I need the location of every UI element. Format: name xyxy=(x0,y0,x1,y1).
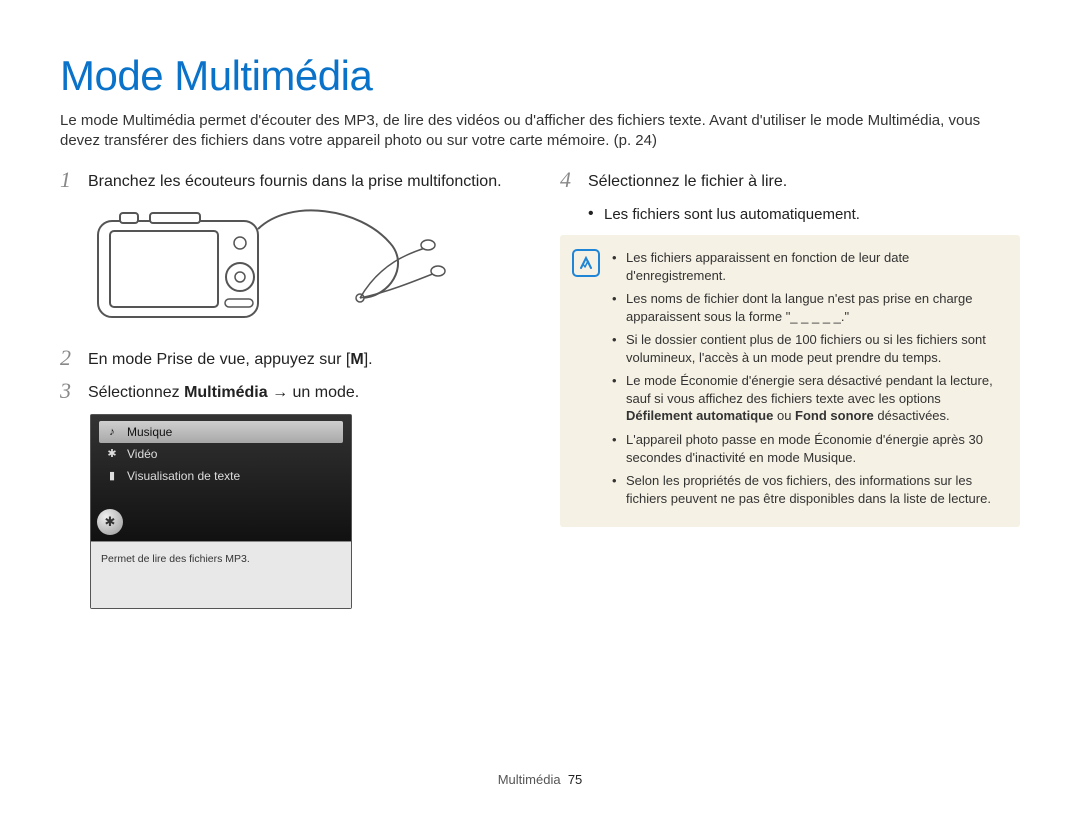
step-text: Branchez les écouteurs fournis dans la p… xyxy=(88,169,502,193)
menu-item-texte: ▮ Visualisation de texte xyxy=(99,465,343,487)
camera-menu-area: ♪ Musique ✱ Vidéo ▮ Visualisation de tex… xyxy=(91,415,351,541)
note-item: Selon les propriétés de vos fichiers, de… xyxy=(612,472,1002,507)
step-text-before: Sélectionnez xyxy=(88,384,184,401)
menu-item-video: ✱ Vidéo xyxy=(99,443,343,465)
step-text-before: En mode Prise de vue, appuyez sur [ xyxy=(88,351,350,368)
step-bold: Multimédia xyxy=(184,384,268,401)
step-text-after: ]. xyxy=(364,351,373,368)
camera-earbuds-diagram xyxy=(90,203,450,333)
step-3: 3 Sélectionnez Multimédia → un mode. xyxy=(60,380,520,404)
note-text: ou xyxy=(773,408,795,423)
step-text: Sélectionnez Multimédia → un mode. xyxy=(88,380,359,404)
page-title: Mode Multimédia xyxy=(60,48,1020,105)
mode-dial-icon: ✱ xyxy=(97,509,123,535)
note-item: Le mode Économie d'énergie sera désactiv… xyxy=(612,372,1002,425)
info-icon xyxy=(572,249,600,277)
footer-page-number: 75 xyxy=(568,772,582,787)
camera-menu-screenshot: ♪ Musique ✱ Vidéo ▮ Visualisation de tex… xyxy=(90,414,352,609)
bullet-icon xyxy=(588,203,594,225)
footer-section: Multimédia xyxy=(498,772,561,787)
camera-menu-caption: Permet de lire des fichiers MP3. xyxy=(91,541,351,608)
step-number: 2 xyxy=(60,347,78,369)
right-column: 4 Sélectionnez le fichier à lire. Les fi… xyxy=(560,169,1020,609)
menu-item-label: Musique xyxy=(127,424,172,440)
music-note-icon: ♪ xyxy=(105,425,119,439)
note-text: Le mode Économie d'énergie sera désactiv… xyxy=(626,373,993,406)
note-item: Les fichiers apparaissent en fonction de… xyxy=(612,249,1002,284)
note-text: désactivées. xyxy=(874,408,950,423)
step-text: En mode Prise de vue, appuyez sur [M]. xyxy=(88,347,373,371)
step-number: 3 xyxy=(60,380,78,402)
step-text: Sélectionnez le fichier à lire. xyxy=(588,169,787,193)
step-key: M xyxy=(350,351,363,368)
note-bold: Défilement automatique xyxy=(626,408,773,423)
note-bold: Fond sonore xyxy=(795,408,874,423)
step-2: 2 En mode Prise de vue, appuyez sur [M]. xyxy=(60,347,520,371)
page-footer: Multimédia 75 xyxy=(0,771,1080,789)
note-item: L'appareil photo passe en mode Économie … xyxy=(612,431,1002,466)
step-text-after: → un mode. xyxy=(268,384,360,401)
menu-item-musique: ♪ Musique xyxy=(99,421,343,443)
left-column: 1 Branchez les écouteurs fournis dans la… xyxy=(60,169,520,609)
menu-item-label: Vidéo xyxy=(127,446,157,462)
step-number: 1 xyxy=(60,169,78,191)
note-item: Les noms de fichier dont la langue n'est… xyxy=(612,290,1002,325)
book-icon: ▮ xyxy=(105,469,119,483)
note-item: Si le dossier contient plus de 100 fichi… xyxy=(612,331,1002,366)
menu-item-label: Visualisation de texte xyxy=(127,468,240,484)
bullet-text: Les fichiers sont lus automatiquement. xyxy=(604,203,860,225)
two-column-layout: 1 Branchez les écouteurs fournis dans la… xyxy=(60,169,1020,609)
step-1: 1 Branchez les écouteurs fournis dans la… xyxy=(60,169,520,193)
step-4-bullet: Les fichiers sont lus automatiquement. xyxy=(588,203,1020,225)
step-4: 4 Sélectionnez le fichier à lire. xyxy=(560,169,1020,193)
step-number: 4 xyxy=(560,169,578,191)
manual-page: Mode Multimédia Le mode Multimédia perme… xyxy=(0,0,1080,815)
info-note-box: Les fichiers apparaissent en fonction de… xyxy=(560,235,1020,527)
page-intro: Le mode Multimédia permet d'écouter des … xyxy=(60,111,1020,152)
note-list: Les fichiers apparaissent en fonction de… xyxy=(612,249,1002,507)
film-icon: ✱ xyxy=(105,447,119,461)
